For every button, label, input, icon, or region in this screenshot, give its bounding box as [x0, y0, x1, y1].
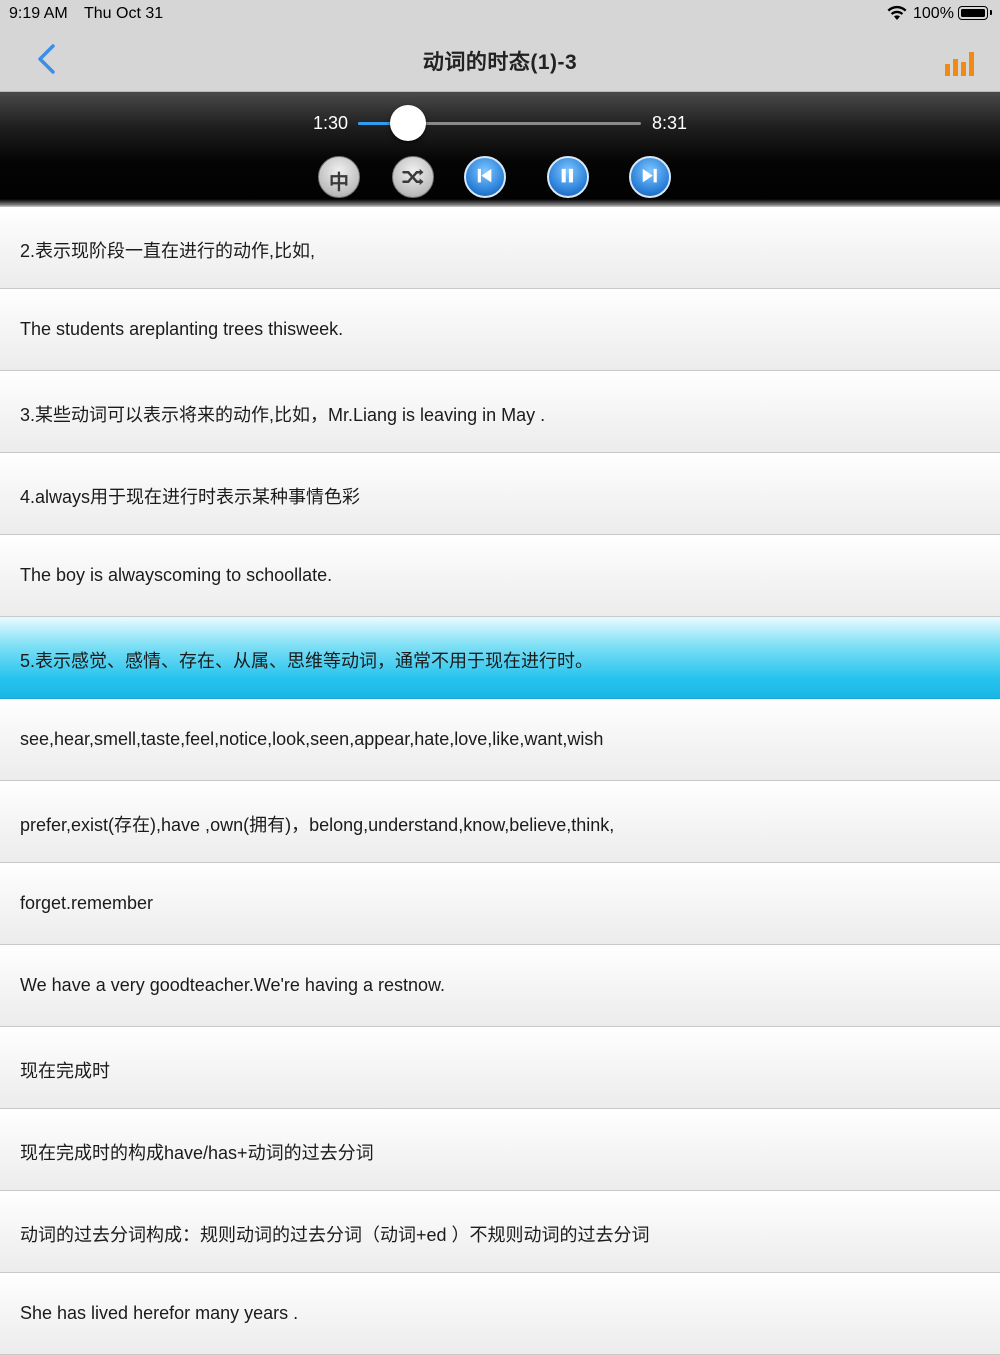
transcript-line-text: The students areplanting trees thisweek. [20, 319, 344, 339]
progress-slider[interactable] [358, 105, 641, 141]
transcript-list: 2.表示现阶段一直在进行的动作,比如, The students areplant… [0, 207, 1000, 1355]
transcript-line[interactable]: The students areplanting trees thisweek. [0, 289, 1000, 371]
progress-thumb[interactable] [389, 105, 426, 141]
transcript-line[interactable]: 现在完成时 [0, 1027, 1000, 1109]
next-button[interactable] [629, 156, 671, 198]
transcript-line[interactable]: 4.always用于现在进行时表示某种事情色彩 [0, 453, 1000, 535]
transcript-line-text: She has lived herefor many years . [20, 1303, 299, 1323]
transcript-line[interactable]: 动词的过去分词构成：规则动词的过去分词（动词+ed ）不规则动词的过去分词 [0, 1191, 1000, 1273]
battery-icon [958, 6, 992, 20]
navigation-bar: 动词的时态(1)-3 [0, 28, 1000, 92]
total-time: 8:31 [652, 113, 688, 133]
transcript-line-text: 现在完成时 [20, 1061, 110, 1081]
transcript-line-text: forget.remember [20, 893, 154, 913]
status-bar: 9:19 AM Thu Oct 31 100% [0, 0, 1000, 28]
chinese-toggle-label: 中 [329, 172, 349, 194]
equalizer-chart-icon[interactable] [944, 50, 974, 76]
transcript-line[interactable]: see,hear,smell,taste,feel,notice,look,se… [0, 699, 1000, 781]
transcript-line[interactable]: prefer,exist(存在),have ,own(拥有)，belong,un… [0, 781, 1000, 863]
status-time: 9:19 AM [9, 5, 68, 22]
shuffle-button[interactable] [392, 156, 434, 198]
pause-button[interactable] [547, 156, 589, 198]
wifi-icon [887, 5, 907, 20]
transcript-line-text: 现在完成时的构成have/has+动词的过去分词 [20, 1143, 374, 1163]
transcript-line[interactable]: forget.remember [0, 863, 1000, 945]
page-title: 动词的时态(1)-3 [422, 51, 578, 74]
transcript-line[interactable]: We have a very goodteacher.We're having … [0, 945, 1000, 1027]
transcript-line[interactable]: 3.某些动词可以表示将来的动作,比如，Mr.Liang is leaving i… [0, 371, 1000, 453]
previous-icon [477, 168, 492, 183]
transcript-line[interactable]: 现在完成时的构成have/has+动词的过去分词 [0, 1109, 1000, 1191]
previous-button[interactable] [464, 156, 506, 198]
pause-icon [561, 168, 573, 183]
battery-percent: 100% [913, 5, 954, 22]
transcript-line-text: We have a very goodteacher.We're having … [20, 975, 446, 995]
status-date: Thu Oct 31 [84, 5, 164, 22]
transcript-line-text: see,hear,smell,taste,feel,notice,look,se… [20, 729, 604, 749]
transcript-line-text: 动词的过去分词构成：规则动词的过去分词（动词+ed ）不规则动词的过去分词 [20, 1225, 650, 1245]
transcript-line-text: 4.always用于现在进行时表示某种事情色彩 [20, 487, 361, 507]
transcript-line[interactable]: She has lived herefor many years . [0, 1273, 1000, 1355]
transcript-line[interactable]: 2.表示现阶段一直在进行的动作,比如, [0, 207, 1000, 289]
chinese-toggle-button[interactable]: 中 [318, 156, 360, 198]
transcript-line-text: The boy is alwayscoming to schoollate. [20, 565, 333, 585]
transcript-line-text: 3.某些动词可以表示将来的动作,比如，Mr.Liang is leaving i… [20, 405, 546, 425]
transcript-line-text: 5.表示感觉、感情、存在、从属、思维等动词，通常不用于现在进行时。 [20, 651, 594, 671]
next-icon [642, 168, 657, 183]
transcript-line-text: 2.表示现阶段一直在进行的动作,比如, [20, 241, 316, 261]
transcript-line-text: prefer,exist(存在),have ,own(拥有)，belong,un… [20, 815, 615, 835]
shuffle-icon [402, 168, 424, 186]
current-time: 1:30 [313, 113, 349, 133]
audio-player: 1:30 8:31 中 [0, 92, 1000, 207]
transcript-line-active[interactable]: 5.表示感觉、感情、存在、从属、思维等动词，通常不用于现在进行时。 [0, 617, 1000, 699]
transcript-line[interactable]: The boy is alwayscoming to schoollate. [0, 535, 1000, 617]
